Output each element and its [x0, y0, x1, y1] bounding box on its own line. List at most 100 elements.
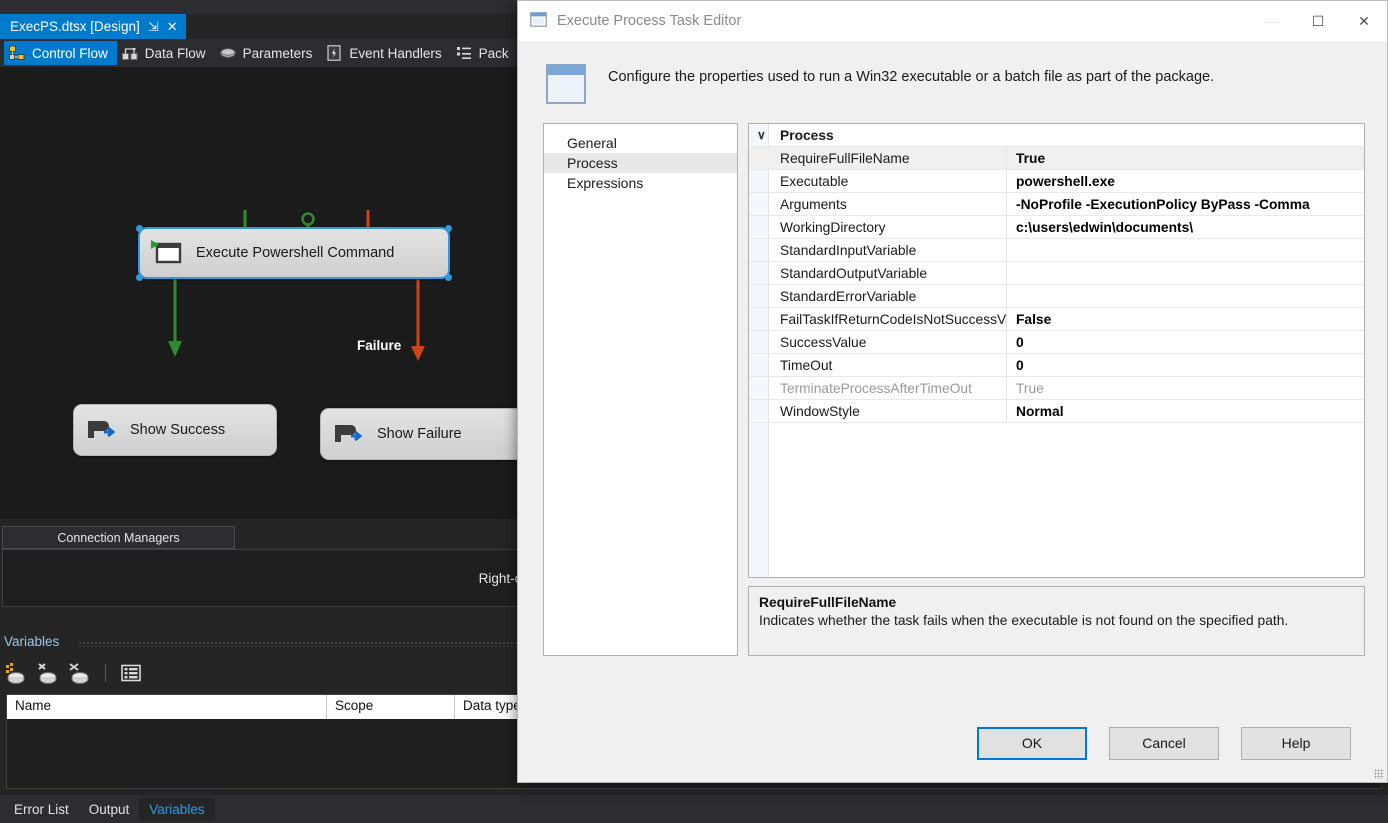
property-value[interactable]	[1007, 239, 1364, 262]
precedence-label-failure: Failure	[357, 338, 402, 353]
property-value[interactable]: c:\users\edwin\documents\	[1007, 216, 1364, 239]
dialog-header-description: Configure the properties used to run a W…	[608, 69, 1215, 85]
property-grid[interactable]: ∨ Process RequireFullFileName True Execu…	[748, 123, 1365, 578]
tab-control-flow[interactable]: Control Flow	[4, 41, 117, 65]
property-name: SuccessValue	[749, 330, 1007, 354]
maximize-button[interactable]: ☐	[1295, 1, 1341, 41]
dialog-body: General Process Expressions ∨ Process Re…	[518, 123, 1387, 704]
task-label: Show Success	[130, 422, 226, 438]
tab-package-explorer[interactable]: Pack	[451, 41, 518, 65]
nav-item-process[interactable]: Process	[544, 153, 737, 173]
tab-parameters[interactable]: Parameters	[215, 41, 322, 65]
property-value: True	[1016, 380, 1044, 396]
connection-managers-tab[interactable]: Connection Managers	[2, 526, 235, 549]
property-row-windowstyle[interactable]: WindowStyle Normal	[749, 399, 1364, 423]
task-execute-powershell-command[interactable]: Execute Powershell Command	[136, 225, 452, 281]
ok-button[interactable]: OK	[977, 726, 1087, 760]
property-row-arguments[interactable]: Arguments -NoProfile -ExecutionPolicy By…	[749, 192, 1364, 216]
property-description-box: RequireFullFileName Indicates whether th…	[748, 586, 1365, 656]
property-name: RequireFullFileName	[749, 146, 1007, 170]
property-name: WindowStyle	[749, 399, 1007, 423]
pin-tab-icon[interactable]: ⇲	[148, 19, 159, 35]
property-value[interactable]: powershell.exe	[1007, 170, 1364, 193]
tab-data-flow-label: Data Flow	[144, 45, 206, 61]
resize-handle-se[interactable]	[445, 274, 452, 281]
execute-process-task-icon	[150, 238, 184, 268]
property-value[interactable]: 0	[1007, 354, 1364, 377]
property-row-standardoutputvariable[interactable]: StandardOutputVariable	[749, 261, 1364, 285]
property-name: Arguments	[749, 192, 1007, 216]
tab-data-flow[interactable]: Data Flow	[117, 41, 215, 65]
grid-options-icon[interactable]	[119, 662, 143, 684]
property-row-standarderrorvariable[interactable]: StandardErrorVariable	[749, 284, 1364, 308]
add-variable-icon[interactable]	[4, 662, 28, 684]
dialog-resize-grip[interactable]	[1374, 769, 1384, 779]
minimize-button[interactable]: —	[1249, 1, 1295, 41]
nav-item-general[interactable]: General	[544, 133, 737, 153]
help-button[interactable]: Help	[1241, 726, 1351, 760]
dialog-title-bar[interactable]: Execute Process Task Editor — ☐ ✕	[518, 1, 1387, 41]
property-name: StandardInputVariable	[749, 238, 1007, 262]
delete-variable-icon[interactable]	[36, 662, 60, 684]
window-app-icon	[530, 12, 547, 30]
property-name: TimeOut	[749, 353, 1007, 377]
document-tab-label: ExecPS.dtsx [Design]	[10, 19, 140, 34]
property-row-failtaskifreturncodeisnotsuccessvalue[interactable]: FailTaskIfReturnCodeIsNotSuccessValue Fa…	[749, 307, 1364, 331]
execute-process-task-editor-dialog: Execute Process Task Editor — ☐ ✕ Config…	[517, 0, 1388, 783]
property-value[interactable]: Normal	[1007, 400, 1364, 423]
property-row-terminateprocessaftertimeout[interactable]: TerminateProcessAfterTimeOut True	[749, 376, 1364, 400]
task-label: Show Failure	[377, 426, 462, 442]
move-variable-icon[interactable]	[68, 662, 92, 684]
control-flow-icon	[8, 44, 26, 62]
task-show-failure[interactable]: Show Failure	[320, 408, 524, 460]
dialog-header: Configure the properties used to run a W…	[518, 41, 1387, 123]
tab-event-handlers[interactable]: Event Handlers	[321, 41, 450, 65]
close-tab-icon[interactable]: ✕	[167, 19, 178, 35]
task-show-success[interactable]: Show Success	[73, 404, 277, 456]
bottom-tool-tabs: Error List Output Variables	[0, 795, 1388, 823]
parameters-icon	[219, 44, 237, 62]
property-name: StandardOutputVariable	[749, 261, 1007, 285]
property-value[interactable]	[1007, 262, 1364, 285]
chevron-down-icon[interactable]: ∨	[757, 128, 766, 142]
data-flow-icon	[121, 44, 139, 62]
event-handlers-icon	[325, 44, 343, 62]
window-controls: — ☐ ✕	[1249, 1, 1387, 41]
property-value[interactable]: 0	[1007, 331, 1364, 354]
resize-handle-ne[interactable]	[445, 225, 452, 232]
property-row-executable[interactable]: Executable powershell.exe	[749, 169, 1364, 193]
nav-item-expressions[interactable]: Expressions	[544, 173, 737, 193]
cancel-button[interactable]: Cancel	[1109, 726, 1219, 760]
property-row-standardinputvariable[interactable]: StandardInputVariable	[749, 238, 1364, 262]
property-description-title: RequireFullFileName	[759, 595, 897, 610]
tab-event-handlers-label: Event Handlers	[349, 45, 442, 61]
property-row-workingdirectory[interactable]: WorkingDirectory c:\users\edwin\document…	[749, 215, 1364, 239]
tab-package-explorer-label: Pack	[478, 45, 509, 61]
column-header-scope[interactable]: Scope	[327, 695, 455, 719]
tab-control-flow-label: Control Flow	[32, 45, 108, 61]
property-name: FailTaskIfReturnCodeIsNotSuccessValue	[749, 307, 1007, 331]
property-value[interactable]	[1007, 285, 1364, 308]
property-value[interactable]: False	[1007, 308, 1364, 331]
toolbar-separator	[105, 664, 106, 682]
property-row-successvalue[interactable]: SuccessValue 0	[749, 330, 1364, 354]
tab-variables[interactable]: Variables	[139, 797, 215, 821]
dialog-right-pane: ∨ Process RequireFullFileName True Execu…	[748, 123, 1365, 656]
tab-output[interactable]: Output	[79, 798, 140, 821]
tab-error-list[interactable]: Error List	[4, 798, 79, 821]
column-header-name[interactable]: Name	[7, 695, 327, 719]
resize-handle-nw[interactable]	[136, 225, 143, 232]
dialog-nav-pane: General Process Expressions	[543, 123, 738, 656]
variables-pane-title: Variables	[4, 634, 60, 649]
property-name: StandardErrorVariable	[749, 284, 1007, 308]
property-row-timeout[interactable]: TimeOut 0	[749, 353, 1364, 377]
resize-handle-sw[interactable]	[136, 274, 143, 281]
property-value[interactable]: -NoProfile -ExecutionPolicy ByPass -Comm…	[1007, 193, 1364, 216]
close-button[interactable]: ✕	[1341, 1, 1387, 41]
document-tab-execps[interactable]: ExecPS.dtsx [Design] ⇲ ✕	[0, 14, 186, 39]
property-category-process[interactable]: ∨ Process	[749, 124, 1364, 147]
property-name: WorkingDirectory	[749, 215, 1007, 239]
script-task-icon	[331, 419, 365, 449]
property-value[interactable]: True	[1007, 147, 1364, 170]
property-row-requirefullfilename[interactable]: RequireFullFileName True	[749, 146, 1364, 170]
